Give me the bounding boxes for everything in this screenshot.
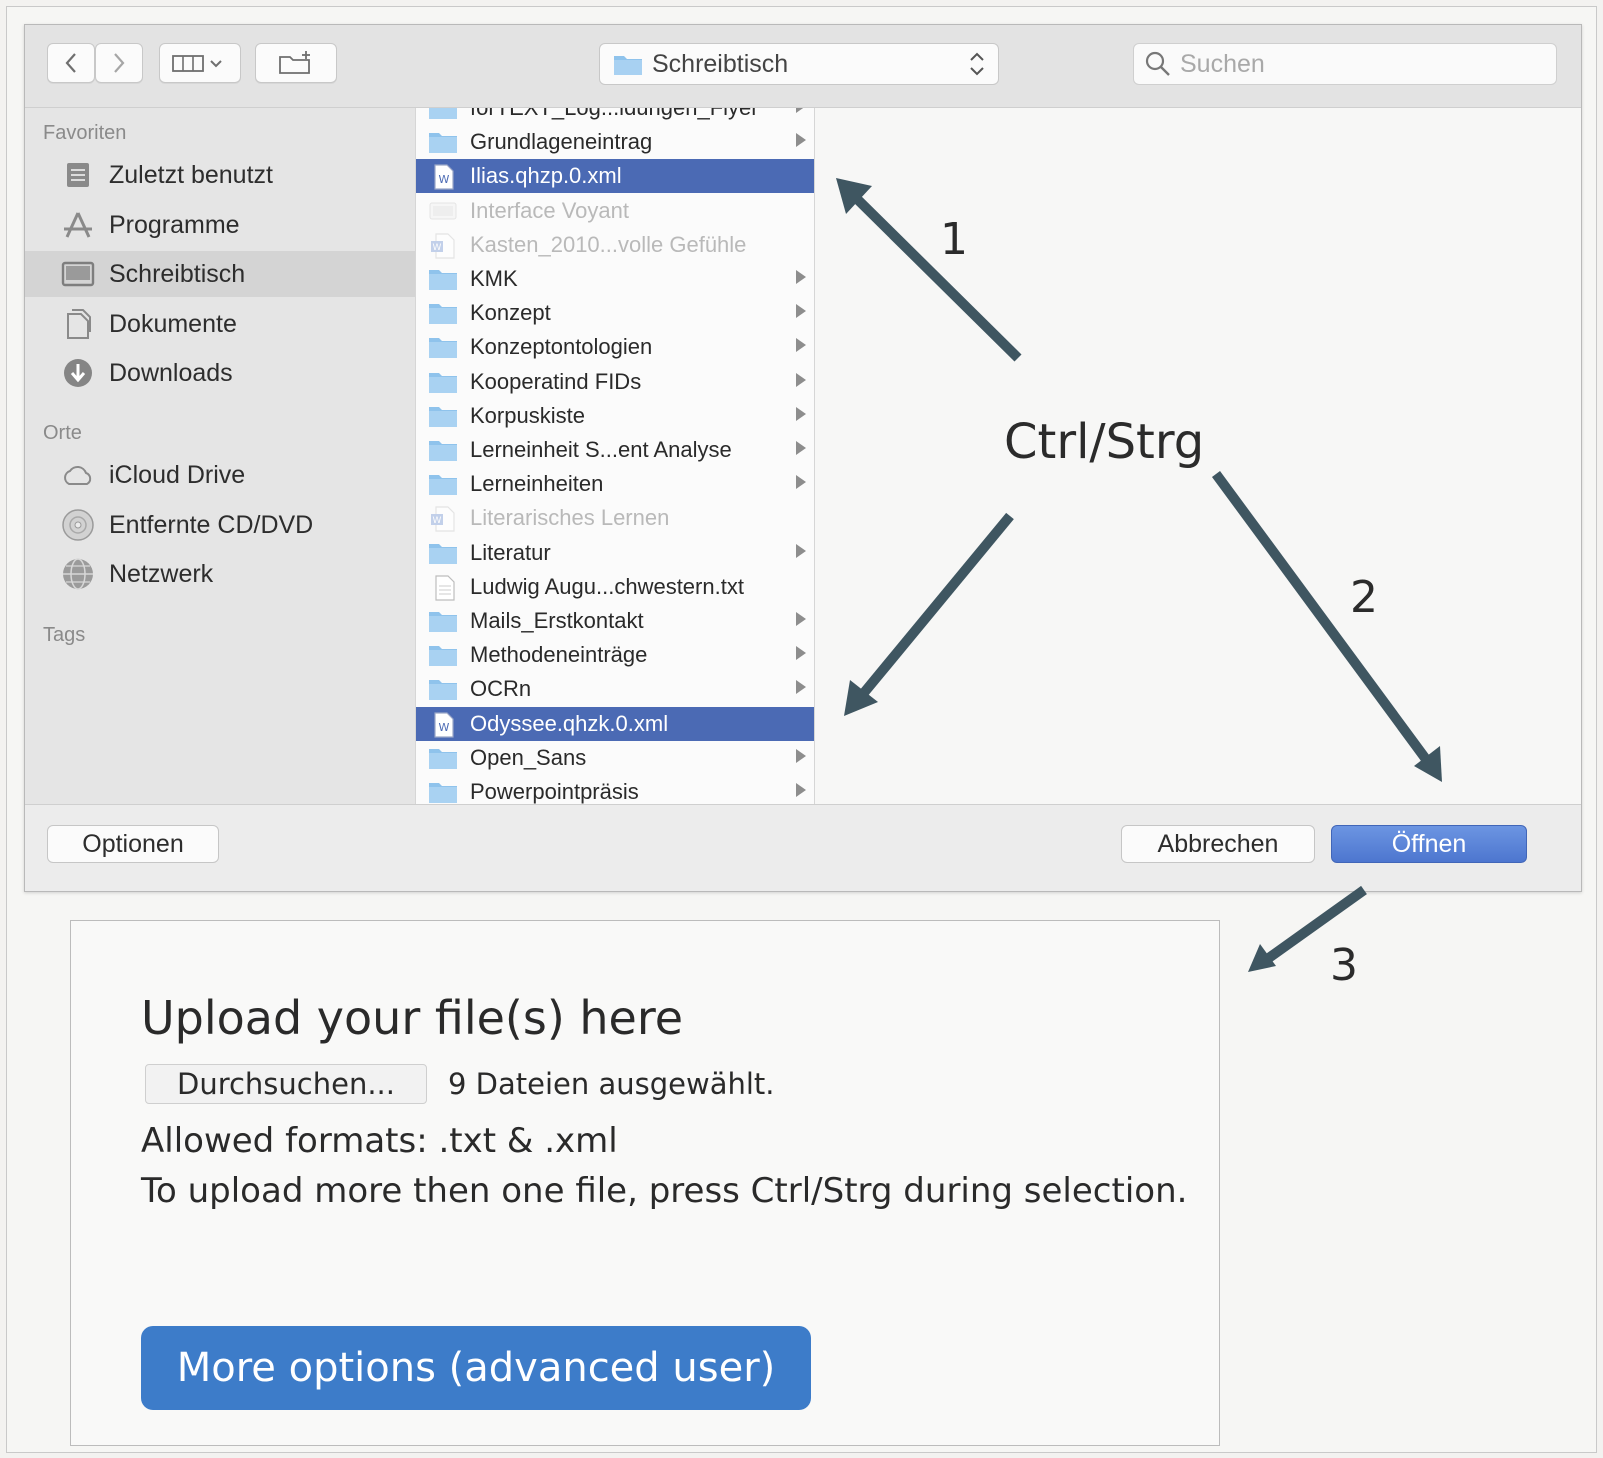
- arrow-ctrl-second-file: [854, 512, 1014, 704]
- selected-files-status: 9 Dateien ausgewählt.: [448, 1067, 775, 1101]
- upload-title: Upload your file(s) here: [141, 991, 684, 1045]
- multi-select-hint: To upload more then one file, press Ctrl…: [141, 1171, 1188, 1211]
- arrow-step-1: [846, 188, 1022, 362]
- ctrl-strg-label: Ctrl/Strg: [1004, 414, 1205, 470]
- step-1-label: 1: [940, 214, 968, 265]
- step-2-label: 2: [1350, 572, 1378, 623]
- arrow-step-2: [1211, 471, 1433, 765]
- step-3-label: 3: [1330, 940, 1358, 991]
- allowed-formats-text: Allowed formats: .txt & .xml: [141, 1121, 618, 1161]
- more-options-button[interactable]: More options (advanced user): [141, 1326, 811, 1410]
- upload-panel: Upload your file(s) here Durchsuchen... …: [70, 920, 1220, 1446]
- browse-button[interactable]: Durchsuchen...: [145, 1064, 427, 1104]
